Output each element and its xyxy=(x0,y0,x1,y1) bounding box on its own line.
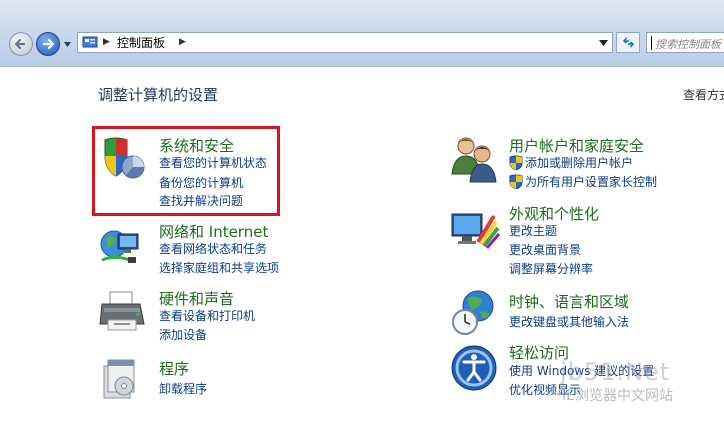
category-hardware-sound-title[interactable]: 硬件和声音 xyxy=(159,288,234,309)
forward-arrow-icon xyxy=(42,38,55,50)
link-parental-controls[interactable]: 为所有用户设置家长控制 xyxy=(525,174,657,190)
refresh-button[interactable] xyxy=(616,32,640,53)
appearance-icon[interactable] xyxy=(450,208,500,258)
breadcrumb-separator-icon[interactable]: ▶ xyxy=(103,37,110,47)
control-panel-icon xyxy=(82,36,98,48)
text-caret xyxy=(651,36,652,50)
back-button[interactable] xyxy=(9,32,33,56)
highlight-box xyxy=(92,126,280,216)
link-add-remove-accounts[interactable]: 添加或删除用户帐户 xyxy=(525,155,633,171)
category-clock-language-title[interactable]: 时钟、语言和区域 xyxy=(509,291,629,312)
clock-globe-icon[interactable] xyxy=(450,288,500,338)
network-icon[interactable] xyxy=(98,224,148,274)
link-change-theme[interactable]: 更改主题 xyxy=(509,223,557,239)
breadcrumb-separator-icon[interactable]: ▶ xyxy=(179,37,186,47)
search-input[interactable]: 搜索控制面板 xyxy=(646,32,724,53)
address-dropdown-icon[interactable] xyxy=(599,40,608,46)
page-title: 调整计算机的设置 xyxy=(98,86,219,104)
watermark: jb51.Net xyxy=(560,358,671,386)
navigation-bar: ▶ 控制面板 ▶ 搜索控制面板 xyxy=(0,0,724,67)
search-placeholder: 搜索控制面板 xyxy=(655,38,721,51)
uac-shield-icon xyxy=(509,155,523,170)
printer-icon[interactable] xyxy=(98,290,148,340)
recent-pages-chevron-icon[interactable] xyxy=(63,40,72,49)
category-user-accounts-title[interactable]: 用户帐户和家庭安全 xyxy=(509,135,644,156)
forward-button[interactable] xyxy=(36,32,60,56)
link-change-input-method[interactable]: 更改键盘或其他输入法 xyxy=(509,314,629,330)
uac-shield-icon xyxy=(509,174,523,189)
ease-of-access-icon[interactable] xyxy=(450,344,500,394)
category-network-title[interactable]: 网络和 Internet xyxy=(159,221,268,242)
category-appearance-title[interactable]: 外观和个性化 xyxy=(509,203,599,224)
watermark-subtext: IE浏览器中文网站 xyxy=(562,388,673,404)
back-arrow-icon xyxy=(14,38,26,50)
view-by-label[interactable]: 查看方式 xyxy=(683,86,724,103)
link-add-device[interactable]: 添加设备 xyxy=(159,327,207,343)
link-change-desktop-background[interactable]: 更改桌面背景 xyxy=(509,242,581,258)
users-icon[interactable] xyxy=(450,134,500,184)
link-homegroup-sharing[interactable]: 选择家庭组和共享选项 xyxy=(159,260,279,276)
link-devices-printers[interactable]: 查看设备和打印机 xyxy=(159,308,255,324)
address-bar[interactable]: ▶ 控制面板 ▶ xyxy=(77,32,613,53)
link-screen-resolution[interactable]: 调整屏幕分辨率 xyxy=(509,261,593,277)
breadcrumb-control-panel[interactable]: 控制面板 xyxy=(117,35,165,51)
refresh-icon xyxy=(622,37,635,48)
link-network-status[interactable]: 查看网络状态和任务 xyxy=(159,241,267,257)
link-uninstall-program[interactable]: 卸载程序 xyxy=(159,381,207,397)
category-programs-title[interactable]: 程序 xyxy=(159,358,189,379)
programs-icon[interactable] xyxy=(100,356,150,406)
